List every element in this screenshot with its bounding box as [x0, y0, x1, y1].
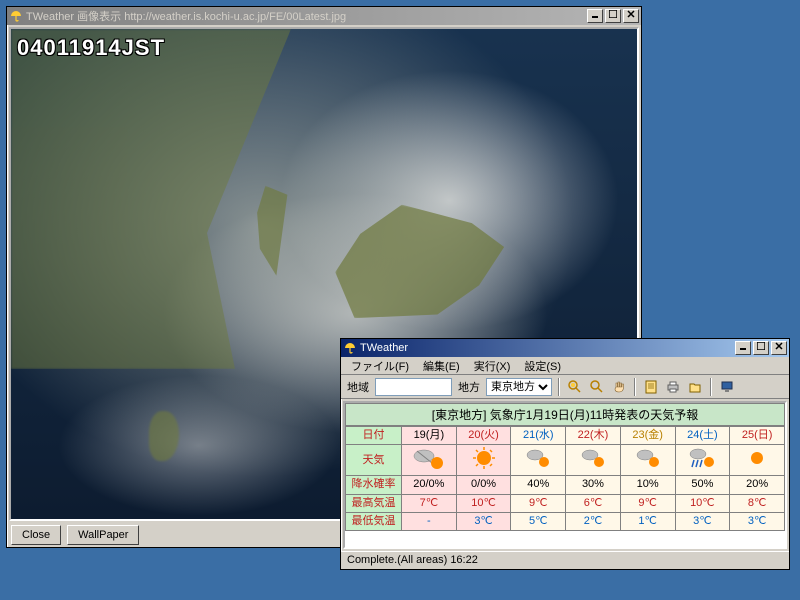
row-label-low: 最低気温 [346, 512, 402, 530]
forecast-area: [東京地方] 気象庁1月19日(月)11時発表の天気予報 日付 19(月) 20… [343, 401, 787, 549]
low-cell: 2℃ [566, 512, 621, 530]
high-cell: 10℃ [456, 494, 511, 512]
maximize-button[interactable] [605, 9, 621, 23]
precip-cell: 10% [620, 476, 675, 494]
weather-icon-cell [566, 445, 621, 476]
high-cell: 8℃ [730, 494, 785, 512]
date-cell: 19(月) [402, 427, 457, 445]
precip-cell: 0/0% [456, 476, 511, 494]
row-label-weather: 天気 [346, 445, 402, 476]
minimize-button[interactable] [735, 341, 751, 355]
region-select[interactable]: 関東・甲信 [375, 378, 452, 396]
cloud-sun-icon [409, 445, 449, 475]
cloud-sun-icon [578, 445, 608, 475]
date-cell: 22(木) [566, 427, 621, 445]
weather-icon-cell [456, 445, 511, 476]
table-row-low: 最低気温 - 3℃ 5℃ 2℃ 1℃ 3℃ 3℃ [346, 512, 785, 530]
menu-run[interactable]: 実行(X) [468, 357, 517, 375]
menu-settings[interactable]: 設定(S) [518, 357, 567, 375]
toolbar: 地域 関東・甲信 地方 東京地方 [341, 375, 789, 399]
row-label-date: 日付 [346, 427, 402, 445]
date-cell: 25(日) [730, 427, 785, 445]
low-cell: 3℃ [675, 512, 730, 530]
forecast-window-titlebar[interactable]: TWeather [341, 339, 789, 357]
low-cell: 1℃ [620, 512, 675, 530]
precip-cell: 20/0% [402, 476, 457, 494]
satellite-timestamp: 04011914JST [17, 35, 165, 61]
search-yellow-icon[interactable] [566, 378, 584, 396]
display-icon[interactable] [718, 378, 736, 396]
image-window-titlebar[interactable]: TWeather 画像表示 http://weather.is.kochi-u.… [7, 7, 641, 25]
row-label-precip: 降水確率 [346, 476, 402, 494]
high-cell: 6℃ [566, 494, 621, 512]
high-cell: 10℃ [675, 494, 730, 512]
date-cell: 24(土) [675, 427, 730, 445]
menubar: ファイル(F) 編集(E) 実行(X) 設定(S) [341, 357, 789, 375]
low-cell: - [402, 512, 457, 530]
close-button[interactable] [623, 9, 639, 23]
cloud-sun-icon [633, 445, 663, 475]
hand-icon[interactable] [610, 378, 628, 396]
status-bar: Complete.(All areas) 16:22 [341, 551, 789, 569]
region-label: 地域 [345, 379, 371, 395]
high-cell: 9℃ [620, 494, 675, 512]
weather-icon-cell [402, 445, 457, 476]
weather-icon-cell [511, 445, 566, 476]
notebook-icon[interactable] [642, 378, 660, 396]
date-cell: 21(水) [511, 427, 566, 445]
precip-cell: 50% [675, 476, 730, 494]
print-icon[interactable] [664, 378, 682, 396]
precip-cell: 20% [730, 476, 785, 494]
forecast-window[interactable]: TWeather ファイル(F) 編集(E) 実行(X) 設定(S) 地域 関東… [340, 338, 790, 570]
area-select[interactable]: 東京地方 [486, 378, 552, 396]
umbrella-icon [343, 341, 357, 355]
sun-icon [742, 445, 772, 475]
search-icon[interactable] [588, 378, 606, 396]
forecast-title: [東京地方] 気象庁1月19日(月)11時発表の天気予報 [345, 403, 785, 426]
maximize-button[interactable] [753, 341, 769, 355]
low-cell: 5℃ [511, 512, 566, 530]
sun-icon [469, 445, 499, 475]
weather-icon-cell [620, 445, 675, 476]
low-cell: 3℃ [456, 512, 511, 530]
date-cell: 23(金) [620, 427, 675, 445]
forecast-table: 日付 19(月) 20(火) 21(水) 22(木) 23(金) 24(土) 2… [345, 426, 785, 531]
minimize-button[interactable] [587, 9, 603, 23]
table-row-precip: 降水確率 20/0% 0/0% 40% 30% 10% 50% 20% [346, 476, 785, 494]
close-button[interactable] [771, 341, 787, 355]
wallpaper-button[interactable]: WallPaper [67, 525, 139, 545]
folder-icon[interactable] [686, 378, 704, 396]
table-row-high: 最高気温 7℃ 10℃ 9℃ 6℃ 9℃ 10℃ 8℃ [346, 494, 785, 512]
precip-cell: 30% [566, 476, 621, 494]
menu-edit[interactable]: 編集(E) [417, 357, 466, 375]
table-row-date: 日付 19(月) 20(火) 21(水) 22(木) 23(金) 24(土) 2… [346, 427, 785, 445]
umbrella-icon [9, 9, 23, 23]
low-cell: 3℃ [730, 512, 785, 530]
menu-file[interactable]: ファイル(F) [345, 357, 415, 375]
separator [710, 378, 712, 396]
separator [558, 378, 560, 396]
cloud-rain-icon [687, 445, 717, 475]
separator [634, 378, 636, 396]
row-label-high: 最高気温 [346, 494, 402, 512]
cloud-sun-icon [523, 445, 553, 475]
high-cell: 7℃ [402, 494, 457, 512]
precip-cell: 40% [511, 476, 566, 494]
date-cell: 20(火) [456, 427, 511, 445]
close-image-button[interactable]: Close [11, 525, 61, 545]
high-cell: 9℃ [511, 494, 566, 512]
image-window-title: TWeather 画像表示 http://weather.is.kochi-u.… [26, 8, 585, 24]
weather-icon-cell [675, 445, 730, 476]
weather-icon-cell [730, 445, 785, 476]
area-label: 地方 [456, 379, 482, 395]
forecast-window-title: TWeather [360, 342, 733, 354]
table-row-weather: 天気 [346, 445, 785, 476]
